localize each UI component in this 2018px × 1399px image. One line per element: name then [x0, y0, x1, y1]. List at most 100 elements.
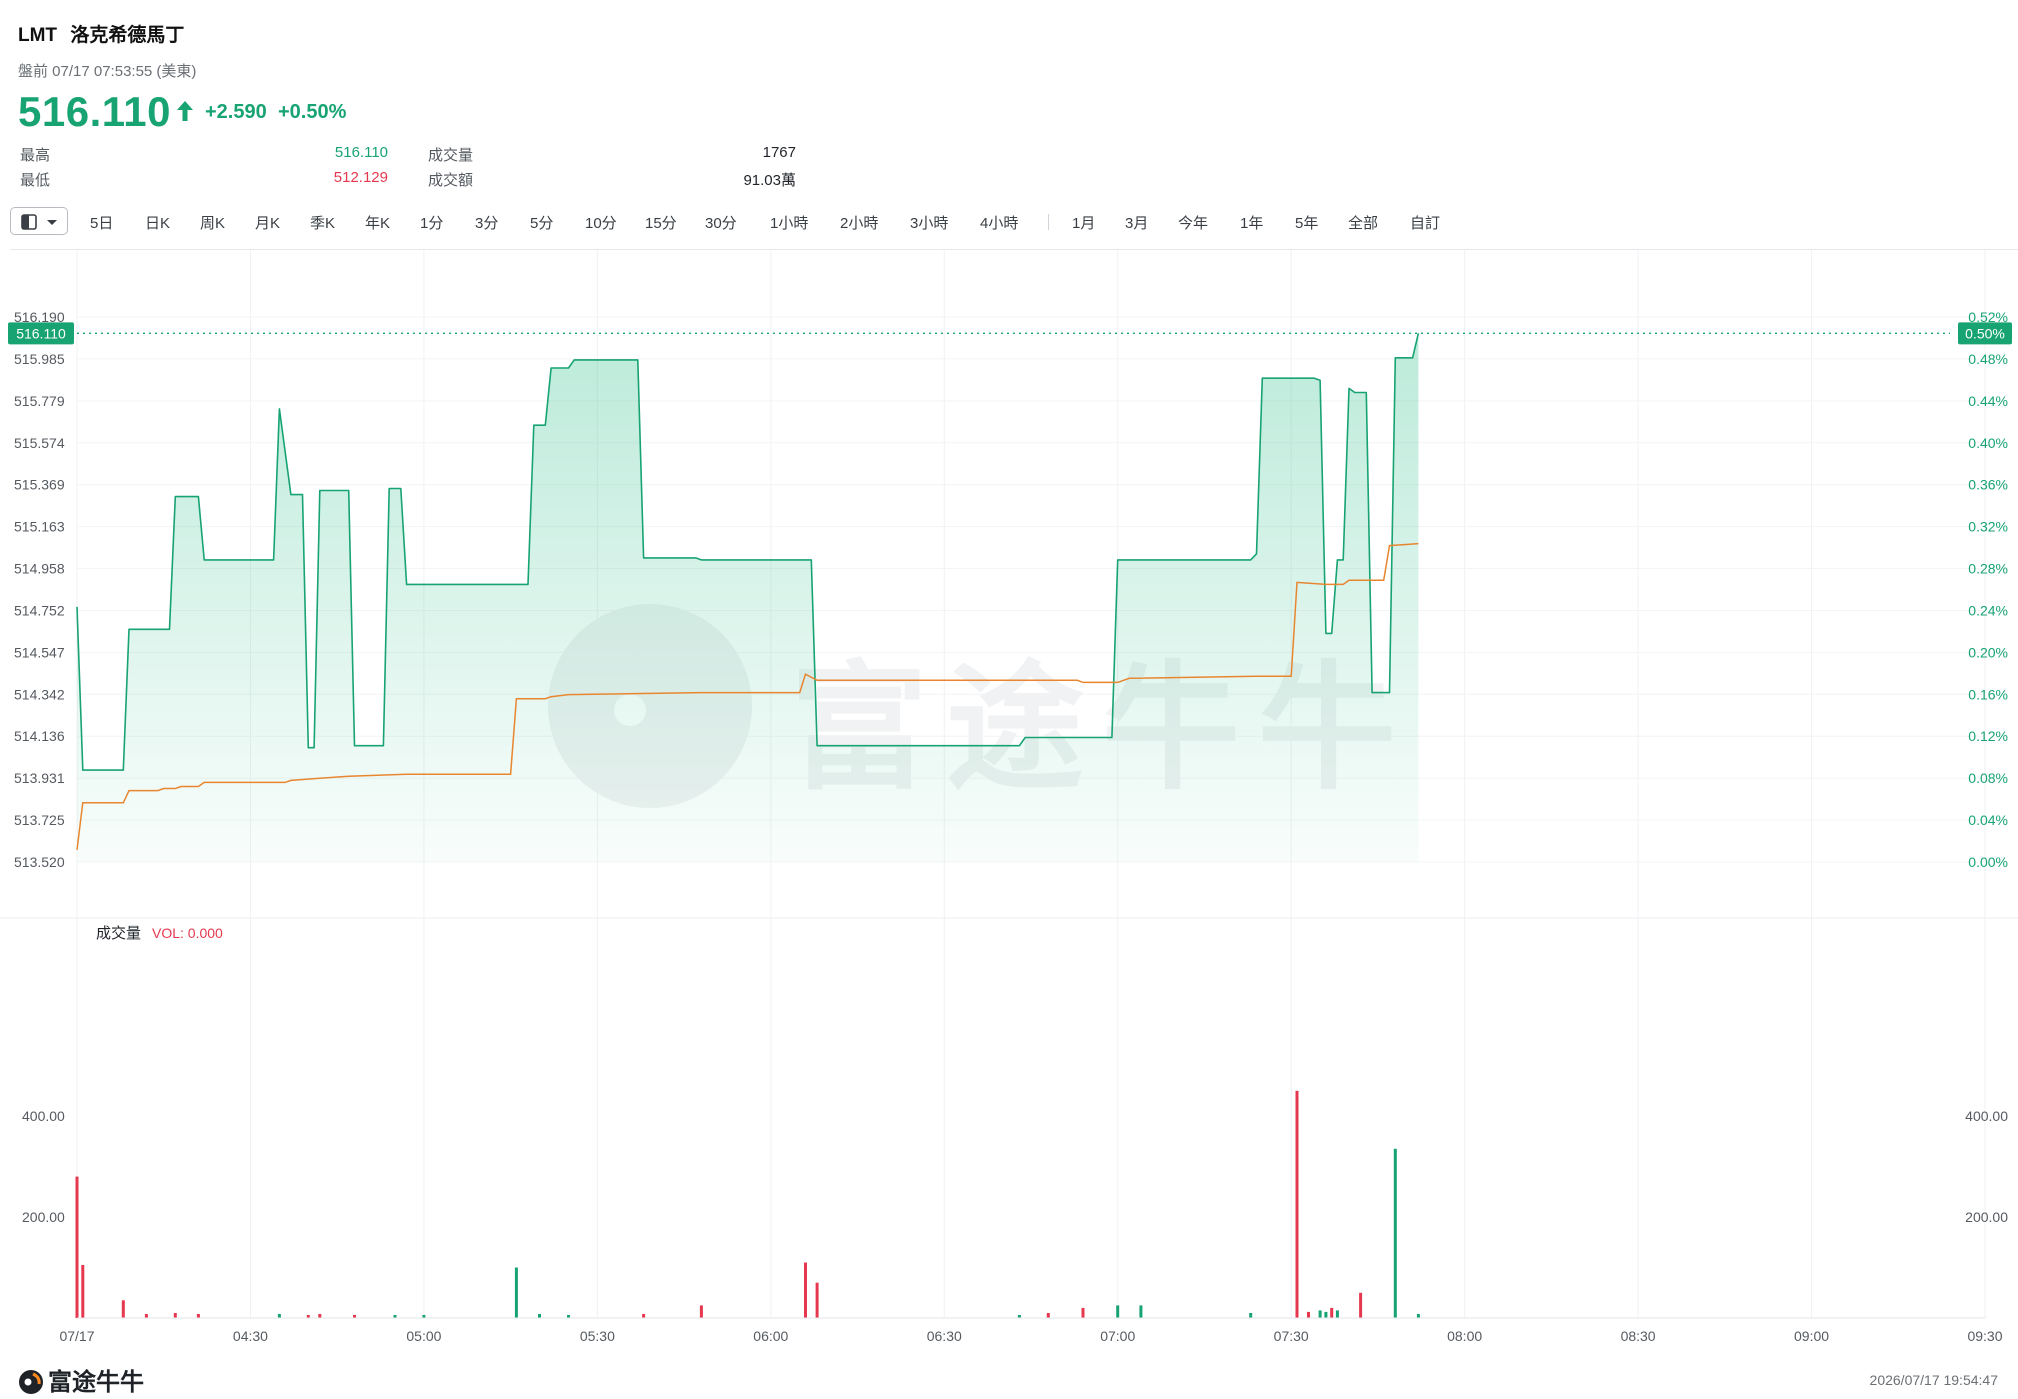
y-tick-label: 514.958: [14, 561, 65, 577]
company-name: 洛克希德馬丁: [70, 25, 185, 46]
y-tick-label: 515.985: [14, 351, 65, 367]
y-right-tick-label: 0.40%: [1968, 435, 2008, 451]
toolbar-separator: [1048, 214, 1049, 230]
volume-bars: [75, 1090, 1985, 1319]
period-tab-b-1[interactable]: 3月: [1125, 212, 1148, 233]
period-tab-b-6[interactable]: 自訂: [1410, 212, 1440, 233]
y-right-tick-label: 0.24%: [1968, 602, 2008, 618]
high-value: 516.110: [334, 144, 388, 161]
volume-bar: [804, 1262, 807, 1318]
x-axis: 07/17 04:30 05:00 05:30 06:00 06:30 07:00 07:30…: [59, 1328, 2002, 1344]
price-change-pct: +0.50%: [278, 101, 347, 123]
high-label: 最高: [20, 147, 51, 164]
period-tab-a-11[interactable]: 30分: [705, 212, 737, 233]
volume-bar: [1081, 1307, 1085, 1318]
y-right-tick-label: 0.28%: [1968, 561, 2008, 577]
period-tab-a-1[interactable]: 日K: [145, 212, 170, 233]
period-tab-a-7[interactable]: 3分: [475, 212, 498, 233]
y-axis-left: 516.190515.985515.779515.574515.369515.1…: [8, 309, 74, 870]
volume-indicator: VOL: 0.000: [152, 925, 223, 941]
y-tick-label: 513.931: [14, 770, 65, 786]
y-right-tick-label: 0.00%: [1968, 854, 2008, 870]
x-tick-label: 08:00: [1447, 1328, 1482, 1344]
period-tab-b-2[interactable]: 今年: [1178, 212, 1208, 233]
x-tick-label: 08:30: [1621, 1328, 1656, 1344]
period-tab-a-9[interactable]: 10分: [585, 212, 617, 233]
volume-bar: [1318, 1310, 1322, 1318]
y-tick-label: 514.752: [14, 602, 65, 618]
price-change: +2.590: [205, 101, 267, 123]
session-timestamp: 盤前 07/17 07:53:55 (美東): [18, 63, 197, 80]
x-tick-label: 07:30: [1274, 1328, 1309, 1344]
y-right-tick-label: 0.04%: [1968, 812, 2008, 828]
x-tick-label: 09:30: [1967, 1328, 2002, 1344]
y-right-tick-label: 0.12%: [1968, 728, 2008, 744]
panel-toggle-icon: [21, 214, 57, 230]
up-arrow-icon: [176, 98, 194, 129]
period-tab-a-2[interactable]: 周K: [200, 212, 225, 233]
volume-bar: [1324, 1311, 1328, 1318]
current-pct-badge-text: 0.50%: [1965, 325, 2005, 341]
last-price: 516.110: [18, 88, 172, 135]
volume-title: 成交量: [96, 924, 141, 942]
y-right-tick-label: 0.08%: [1968, 770, 2008, 786]
low-value: 512.129: [333, 169, 388, 186]
volume-bar: [538, 1314, 541, 1318]
volume-bar: [196, 1314, 200, 1318]
period-tab-a-13[interactable]: 2小時: [840, 212, 878, 233]
y-tick-label: 514.342: [14, 686, 65, 702]
x-tick-label: 06:30: [927, 1328, 962, 1344]
turnover-label: 成交額: [428, 172, 474, 189]
price-chart[interactable]: 富途牛牛 516.190515.985515.779515.574515.369…: [0, 250, 2018, 1350]
period-tab-b-0[interactable]: 1月: [1072, 212, 1095, 233]
x-tick-label: 05:00: [406, 1328, 441, 1344]
y-right-tick-label: 0.20%: [1968, 644, 2008, 660]
volume-bar: [699, 1305, 703, 1318]
period-tab-a-15[interactable]: 4小時: [980, 212, 1018, 233]
footer-logo: 富途牛牛: [18, 1362, 144, 1397]
volume-bar: [1416, 1314, 1420, 1318]
x-tick-label: 09:00: [1794, 1328, 1829, 1344]
current-price-badge-text: 516.110: [16, 325, 66, 341]
volume-bar: [144, 1314, 148, 1318]
period-tab-a-10[interactable]: 15分: [645, 212, 677, 233]
footer-timestamp: 2026/07/17 19:54:47: [1869, 1372, 1998, 1388]
x-tick-label: 07/17: [59, 1328, 94, 1344]
turnover-value: 91.03萬: [743, 172, 796, 189]
volume-bar: [1359, 1292, 1363, 1319]
period-tab-a-5[interactable]: 年K: [365, 212, 390, 233]
volume-bar: [318, 1314, 322, 1318]
y-tick-label: 513.520: [14, 854, 65, 870]
period-tab-a-4[interactable]: 季K: [310, 212, 335, 233]
volume-tick-label: 200.00: [22, 1209, 65, 1225]
volume-bar: [815, 1282, 819, 1319]
volume-bar: [1116, 1305, 1120, 1318]
volume-tick-label-right: 200.00: [1965, 1209, 2008, 1225]
y-tick-label: 515.779: [14, 393, 65, 409]
volume-bar: [1295, 1090, 1299, 1319]
period-tab-a-3[interactable]: 月K: [255, 212, 280, 233]
period-tab-b-4[interactable]: 5年: [1295, 212, 1318, 233]
price-series: [76, 332, 1950, 862]
y-tick-label: 515.163: [14, 519, 65, 535]
y-right-tick-label: 0.48%: [1968, 351, 2008, 367]
futu-logo-icon: [19, 1370, 43, 1394]
period-tab-a-12[interactable]: 1小時: [770, 212, 808, 233]
volume-bar: [1335, 1310, 1339, 1318]
period-tab-a-6[interactable]: 1分: [420, 212, 443, 233]
volume-bar: [1393, 1148, 1397, 1318]
period-tab-a-8[interactable]: 5分: [530, 212, 553, 233]
y-right-tick-label: 0.16%: [1968, 686, 2008, 702]
period-tab-a-0[interactable]: 5日: [90, 212, 113, 233]
panel-toggle-button[interactable]: [10, 207, 68, 235]
volume-bar: [81, 1265, 85, 1318]
volume-bar: [642, 1314, 646, 1318]
period-tab-a-14[interactable]: 3小時: [910, 212, 948, 233]
y-tick-label: 514.136: [14, 728, 65, 744]
volume-tick-label-right: 400.00: [1965, 1108, 2008, 1124]
low-label: 最低: [20, 172, 51, 189]
y-right-tick-label: 0.36%: [1968, 477, 2008, 493]
period-tab-b-5[interactable]: 全部: [1348, 212, 1378, 233]
ticker-symbol: LMT: [18, 25, 58, 46]
period-tab-b-3[interactable]: 1年: [1240, 212, 1263, 233]
